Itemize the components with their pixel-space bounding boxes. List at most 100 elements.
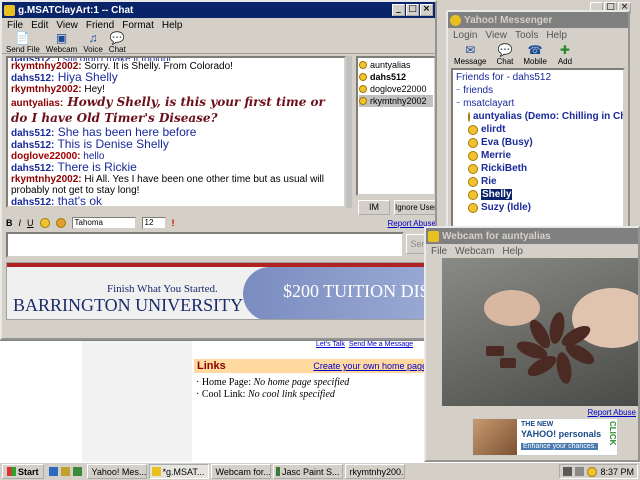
tab-send-message[interactable]: Send Me a Message <box>349 341 413 348</box>
ym-menu-help[interactable]: Help <box>546 30 567 41</box>
im-button[interactable]: IM <box>358 200 390 215</box>
send-file-button[interactable]: 📄 Send File <box>6 31 40 54</box>
chat-button[interactable]: 💬 Chat <box>109 31 126 54</box>
tray-icon-volume[interactable] <box>575 467 585 476</box>
webcam-button[interactable]: ▣ Webcam <box>46 31 77 54</box>
friend-item[interactable]: Eva (Busy) <box>456 136 620 149</box>
message-sender: rkymtnhy2002: <box>11 174 82 185</box>
friend-status-icon <box>468 202 478 213</box>
cam-menu-file[interactable]: File <box>431 246 447 257</box>
chat-menu-edit[interactable]: Edit <box>31 20 48 31</box>
chat-message: rkymtnhy2002: Sorry. It is Shelly. From … <box>11 61 341 72</box>
friend-name: Merrie <box>481 150 512 161</box>
transcript-scrollbar[interactable] <box>346 56 352 208</box>
user-list-item[interactable]: doglove22000 <box>359 83 433 95</box>
outlook-icon[interactable] <box>72 467 82 476</box>
barrington-ad-banner[interactable]: Finish What You Started. BARRINGTON UNIV… <box>6 262 435 320</box>
tab-lets-talk[interactable]: Let's Talk <box>316 341 345 348</box>
smiley-icon[interactable] <box>39 218 50 228</box>
chat-message: dahs512: She has been here before <box>11 127 341 139</box>
chat-menu-help[interactable]: Help <box>162 20 183 31</box>
friend-name: RickiBeth <box>481 163 528 174</box>
messenger-titlebar[interactable]: Yahoo! Messenger <box>448 12 628 28</box>
user-list[interactable]: auntyalias dahs512 doglove22000 rkymtnhy200… <box>356 56 435 196</box>
friend-item[interactable]: Shelly <box>456 188 620 201</box>
ym-chat-button[interactable]: 💬 Chat <box>496 43 513 66</box>
chat-menu-format[interactable]: Format <box>122 20 154 31</box>
envelope-icon: ✉ <box>465 42 476 57</box>
ad-click: CLICK <box>608 421 617 446</box>
clock: 8:37 PM <box>600 466 634 477</box>
tray-icon-network[interactable] <box>563 467 573 476</box>
friend-item[interactable]: Merrie <box>456 149 620 162</box>
message-text: She has been here before <box>54 127 197 139</box>
ignore-user-button[interactable]: Ignore User <box>394 200 435 215</box>
voice-icon: ♫ <box>88 31 98 45</box>
friend-item[interactable]: auntyalias (Demo: Chilling in Chat) <box>456 110 623 123</box>
taskbar-button[interactable]: rkymtnhy200... <box>344 464 405 479</box>
add-friend-button[interactable]: ✚ Add <box>557 43 573 66</box>
friend-name: auntyalias (Demo: Chilling in Chat) <box>473 111 625 122</box>
ym-menu-view[interactable]: View <box>485 30 507 41</box>
friend-item[interactable]: Suzy (Idle) <box>456 201 620 214</box>
chat-titlebar[interactable]: g.MSATClayArt:1 -- Chat _ □ × <box>2 2 435 18</box>
friend-status-icon <box>468 137 478 148</box>
chat-menu-view[interactable]: View <box>56 20 78 31</box>
user-status-icon <box>359 97 367 105</box>
voice-button[interactable]: ♫ Voice <box>83 31 103 54</box>
bold-button[interactable]: B <box>6 218 13 228</box>
friend-item[interactable]: elirdt <box>456 123 620 136</box>
color-icon[interactable] <box>55 218 66 228</box>
ym-menu-tools[interactable]: Tools <box>515 30 538 41</box>
chat-menu-friend[interactable]: Friend <box>86 20 114 31</box>
desktop-icon[interactable] <box>60 467 70 476</box>
message-text: There is Rickie <box>54 162 137 174</box>
send-file-icon: 📄 <box>15 31 31 45</box>
italic-button[interactable]: I <box>19 218 22 228</box>
yahoo-personals-ad[interactable]: THE NEW YAHOO! personals Enhance your ch… <box>472 418 618 456</box>
webcam-titlebar[interactable]: Webcam for auntyalias <box>426 228 638 244</box>
maximize-button[interactable]: □ <box>406 4 419 16</box>
ad-tagline: Finish What You Started. <box>107 283 218 295</box>
mobile-button[interactable]: ☎ Mobile <box>523 43 547 66</box>
webcam-menu-bar: File Webcam Help <box>426 244 638 258</box>
underline-button[interactable]: U <box>27 218 34 228</box>
taskbar: Start Yahoo! Mes... *g.MSAT... Webcam for.… <box>0 462 640 480</box>
friends-list[interactable]: Friends for - dahs512− friends − msatclayar… <box>451 68 625 228</box>
ym-menu-login[interactable]: Login <box>453 30 477 41</box>
friend-group[interactable]: − msatclayart <box>456 97 620 110</box>
chat-transcript[interactable]: dahs512: I still didn't make it tonightr… <box>6 56 346 208</box>
user-list-item[interactable]: dahs512 <box>359 71 433 83</box>
user-list-item[interactable]: rkymtnhy2002 <box>359 95 433 107</box>
cam-menu-help[interactable]: Help <box>502 246 523 257</box>
minimize-button[interactable]: _ <box>392 4 405 16</box>
message-text: Hiya Shelly <box>54 72 118 84</box>
friend-group[interactable]: − friends <box>456 84 620 97</box>
tray-icon-messenger[interactable] <box>587 466 598 477</box>
webcam-report-abuse-link[interactable]: Report Abuse <box>588 408 636 417</box>
taskbar-button[interactable]: Webcam for... <box>210 464 271 479</box>
message-text: Sorry. It is Shelly. From Colorado! <box>81 61 233 72</box>
taskbar-button[interactable]: *g.MSAT... <box>148 464 209 479</box>
taskbar-button[interactable]: Yahoo! Mes... <box>86 464 147 479</box>
font-size-select[interactable]: 12 <box>141 217 166 229</box>
create-home-page-link[interactable]: Create your own home page <box>313 361 427 371</box>
friend-item[interactable]: Rie <box>456 175 620 188</box>
ie-icon[interactable] <box>48 467 58 476</box>
friend-item[interactable]: RickiBeth <box>456 162 620 175</box>
task-label: rkymtnhy200... <box>349 466 405 477</box>
chat-menu-file[interactable]: File <box>7 20 23 31</box>
message-button[interactable]: ✉ Message <box>454 43 486 66</box>
user-list-item[interactable]: auntyalias <box>359 59 433 71</box>
alert-icon[interactable]: ! <box>172 218 175 228</box>
cam-menu-webcam[interactable]: Webcam <box>455 246 494 257</box>
messenger-window: Yahoo! Messenger Login View Tools Help ✉ Mes… <box>446 10 630 232</box>
start-button[interactable]: Start <box>2 464 44 479</box>
close-button[interactable]: × <box>420 4 433 16</box>
taskbar-button[interactable]: Jasc Paint S... <box>272 464 343 479</box>
font-select[interactable]: Tahoma <box>71 217 136 229</box>
phone-icon: ☎ <box>527 42 543 57</box>
task-app-icon <box>275 467 280 476</box>
chat-window: g.MSATClayArt:1 -- Chat _ □ × File Edit View… <box>0 0 437 340</box>
message-input[interactable] <box>6 232 404 258</box>
